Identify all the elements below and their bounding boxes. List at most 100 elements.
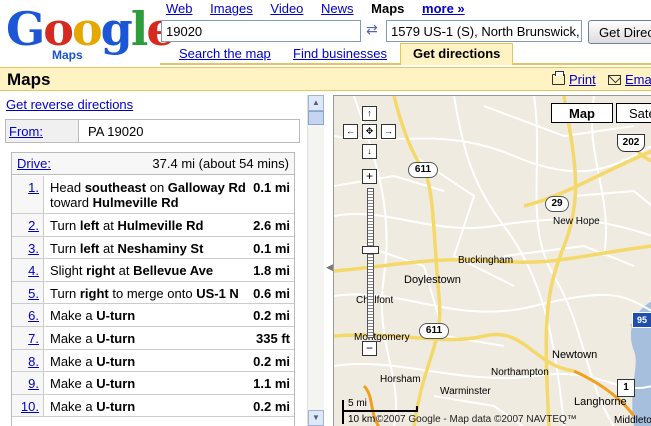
step-instruction-text: at [99, 240, 118, 256]
step-number-link[interactable]: 3. [28, 241, 39, 256]
map-canvas[interactable]: New Hope Buckingham Doylestown Chalfont … [333, 95, 651, 426]
map-type-map-button[interactable]: Map [551, 103, 613, 123]
step-number: 9. [12, 372, 44, 394]
step-number: 2. [12, 214, 44, 236]
step-instruction-text: Make a [50, 376, 97, 392]
step-instruction: Make a U-turn [50, 308, 246, 323]
zoom-slider-track[interactable] [367, 188, 374, 338]
place-chalfont: Chalfont [356, 295, 394, 306]
step-instruction-emphasis: southeast [84, 180, 147, 195]
pan-left-icon[interactable]: ← [343, 124, 358, 139]
step-instruction-emphasis: U-turn [96, 308, 136, 324]
step-number: 3. [12, 236, 44, 259]
nav-more[interactable]: more » [422, 1, 465, 16]
step-distance: 0.2 mi [253, 308, 290, 324]
step-instruction: Turn right to merge onto US-1 N [50, 286, 246, 301]
direction-step: 7. Make a U-turn 335 ft [12, 327, 294, 350]
print-link[interactable]: Print [552, 71, 596, 87]
step-number-link[interactable]: 9. [28, 376, 39, 391]
direction-step: 4. Slight right at Bellevue Ave 1.8 mi [12, 259, 294, 282]
step-instruction: Head southeast on Galloway Rd toward Hul… [50, 180, 246, 210]
swap-directions-icon[interactable]: ⇄ [366, 21, 378, 38]
tab-search-the-map[interactable]: Search the map [179, 44, 271, 64]
scale-miles: 5 mi [348, 398, 367, 409]
step-number: 7. [12, 327, 44, 349]
step-distance: 0.1 mi [253, 240, 290, 256]
place-middletown: Middletown [614, 415, 651, 426]
drive-distance-time: 37.4 mi (about 54 mins) [152, 156, 289, 171]
step-number-link[interactable]: 2. [28, 218, 39, 233]
nav-news[interactable]: News [321, 1, 354, 16]
step-instruction-emphasis: left [79, 218, 100, 233]
step-instruction-text: Slight [50, 263, 87, 279]
drive-label-link[interactable]: Drive: [17, 156, 51, 171]
pan-right-icon[interactable]: → [381, 124, 396, 139]
top-nav: Web Images Video News Maps more » [166, 1, 479, 16]
place-langhorne: Langhorne [574, 396, 627, 408]
nav-web[interactable]: Web [166, 1, 193, 16]
zoom-slider-handle[interactable] [362, 246, 379, 254]
step-number-link[interactable]: 10. [21, 399, 39, 414]
step-distance: 2.6 mi [253, 218, 290, 233]
reverse-directions-link[interactable]: Get reverse directions [6, 97, 133, 112]
step-number-link[interactable]: 1. [28, 180, 39, 195]
step-instruction-text: Turn [50, 218, 80, 233]
direction-step: 1. Head southeast on Galloway Rd toward H… [12, 176, 294, 214]
google-maps-logo[interactable]: Google Maps [6, 4, 176, 64]
pan-down-icon[interactable]: ↓ [362, 144, 377, 159]
step-number-link[interactable]: 8. [28, 354, 39, 369]
email-label[interactable]: Email [625, 72, 651, 87]
step-number: 6. [12, 304, 44, 326]
map-copyright: ©2007 Google - Map data ©2007 NAVTEQ™ [376, 414, 577, 425]
from-label-link[interactable]: From: [9, 124, 43, 139]
to-input[interactable]: 1579 US-1 (S), North Brunswick, N [386, 20, 582, 42]
step-number: 4. [12, 259, 44, 281]
step-instruction-emphasis: Hulmeville Rd [117, 218, 204, 233]
pan-up-icon[interactable]: ↑ [362, 106, 377, 121]
nav-video[interactable]: Video [270, 1, 303, 16]
step-instruction: Make a U-turn [50, 399, 246, 414]
zoom-in-icon[interactable]: + [362, 169, 377, 184]
place-buckingham: Buckingham [458, 255, 514, 266]
step-number-link[interactable]: 6. [28, 308, 39, 323]
direction-step: 6. Make a U-turn 0.2 mi [12, 304, 294, 327]
step-distance: 1.1 mi [253, 376, 290, 392]
direction-step: 3. Turn left at Neshaminy St 0.1 mi [12, 236, 294, 260]
get-directions-button[interactable]: Get Directions [588, 20, 651, 44]
tab-get-directions[interactable]: Get directions [400, 43, 514, 65]
nav-images[interactable]: Images [210, 1, 253, 16]
step-instruction-emphasis: U-turn [96, 353, 136, 369]
route-shield-1: 1 [617, 379, 635, 397]
email-link[interactable]: Email [608, 72, 651, 87]
direction-step: 10. Make a U-turn 0.2 mi [12, 394, 294, 418]
scroll-down-arrow-icon[interactable]: ▼ [308, 410, 324, 426]
place-new-hope: New Hope [553, 216, 600, 227]
maps-sublabel: Maps [52, 48, 83, 62]
scroll-up-arrow-icon[interactable]: ▲ [308, 95, 324, 111]
step-number-link[interactable]: 7. [28, 331, 39, 346]
scroll-thumb[interactable] [308, 111, 324, 125]
step-number-link[interactable]: 5. [28, 286, 39, 301]
maps-toolbar: Maps Print Email [0, 67, 651, 91]
from-input[interactable]: 19020 [161, 20, 361, 42]
step-number-link[interactable]: 4. [28, 263, 39, 278]
panel-scrollbar[interactable]: ▲ ▼ [307, 95, 324, 426]
step-number: 8. [12, 349, 44, 372]
direction-step: 8. Make a U-turn 0.2 mi [12, 349, 294, 373]
drive-summary: Drive: 37.4 mi (about 54 mins) [12, 153, 294, 175]
step-distance: 0.2 mi [253, 398, 290, 414]
step-number: 5. [12, 281, 44, 304]
collapse-panel-icon[interactable]: ◀ [326, 262, 333, 273]
zoom-out-icon[interactable]: − [362, 341, 377, 356]
pan-center-icon[interactable]: ✥ [362, 124, 377, 139]
tab-find-businesses[interactable]: Find businesses [293, 44, 387, 64]
step-instruction-text: on [146, 180, 168, 195]
map-type-satellite-button[interactable]: Satellite [616, 103, 651, 123]
step-instruction-emphasis: Galloway Rd [167, 180, 246, 195]
step-instruction-text: toward [50, 195, 93, 210]
step-distance: 335 ft [256, 331, 290, 346]
step-instruction-emphasis: left [79, 240, 100, 256]
print-label[interactable]: Print [569, 72, 596, 87]
step-instruction-text: Make a [50, 331, 97, 346]
search-tabs: Search the map Find businesses Get direc… [160, 43, 651, 65]
